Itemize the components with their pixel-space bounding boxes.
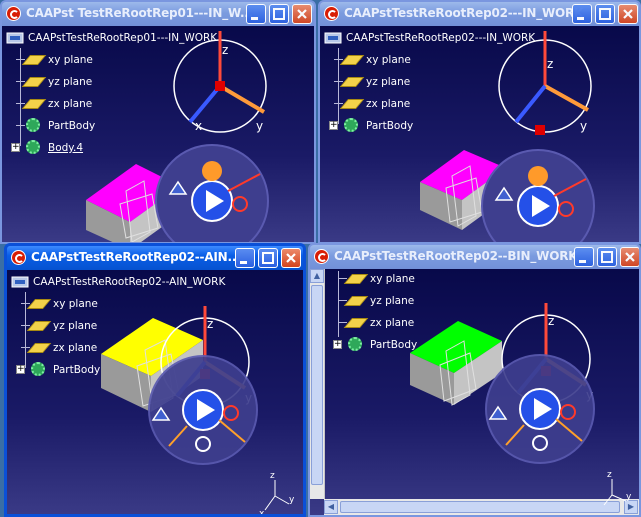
title-bar[interactable]: CAAPstTestReRootRep02--AIN... [7,246,303,270]
tree-item-partbody[interactable]: + PartBody [324,118,535,140]
minimize-button[interactable] [246,4,266,24]
svg-text:y: y [626,492,632,502]
catia-logo-icon [6,6,21,21]
3d-viewport[interactable]: ▲ ◀ ▶ z y [310,269,639,515]
close-button[interactable] [281,248,301,268]
close-button[interactable] [620,247,639,267]
tree-root-label: CAAPstTestReRootRep01---IN_WORK [28,32,218,44]
minimize-button[interactable] [572,4,592,24]
plane-icon [339,77,365,87]
svg-text:z: z [547,57,553,71]
tree-item-yz-plane[interactable]: yz plane [6,74,217,96]
svg-text:z: z [222,43,228,57]
svg-text:z: z [548,314,554,328]
catia-logo-icon [11,250,26,265]
tree-item-partbody[interactable]: + PartBody [11,362,225,384]
body-icon [26,140,40,154]
people-icon [202,161,222,181]
title-bar[interactable]: CAAPstTestReRootRep02--BIN_WORK [310,245,639,269]
title-bar[interactable]: CAAPstTestReRootRep02---IN_WORK [320,2,639,26]
tree-item-xy-plane[interactable]: xy plane [324,52,535,74]
tree-item-body4[interactable]: + Body.4 [6,140,217,162]
plane-icon [339,99,365,109]
plane-icon [21,55,47,65]
tree-root-label: CAAPstTestReRootRep02---IN_WORK [346,32,536,44]
scroll-thumb[interactable] [311,285,323,485]
window-rep01[interactable]: CAAPst TestReRootRep01---IN_W... z x y C… [0,0,316,244]
svg-text:z: z [607,470,612,480]
svg-text:x: x [259,509,265,514]
window-title: CAAPstTestReRootRep02--BIN_WORK [334,249,578,263]
svg-text:y: y [289,495,295,505]
expand-icon[interactable]: + [329,121,338,130]
maximize-button[interactable] [597,247,617,267]
tree-item-xy-plane[interactable]: xy plane [6,52,217,74]
tree-root[interactable]: CAAPstTestReRootRep02--AIN_WORK [11,274,225,296]
minimize-button[interactable] [574,247,594,267]
product-root-icon [11,276,29,288]
catia-logo-icon [314,249,329,264]
vertical-scrollbar[interactable]: ▲ [310,269,325,499]
tree-item-yz-plane[interactable]: yz plane [324,74,535,96]
window-rep02-ain[interactable]: CAAPstTestReRootRep02--AIN... z y [4,243,306,517]
partbody-icon [31,362,45,376]
product-root-icon [324,32,342,44]
tree-root[interactable]: CAAPstTestReRootRep01---IN_WORK [6,30,217,52]
svg-text:y: y [256,119,263,133]
specification-tree: CAAPstTestReRootRep02--AIN_WORK xy plane… [11,274,225,384]
close-button[interactable] [292,4,312,24]
tree-connector-line [338,48,339,124]
svg-text:y: y [580,119,587,133]
expand-icon[interactable]: + [11,143,20,152]
scroll-up-button[interactable]: ▲ [310,269,324,283]
tree-root-label: CAAPstTestReRootRep02--AIN_WORK [33,276,226,288]
plane-icon [339,55,365,65]
tree-connector-line [25,292,26,368]
partbody-icon [344,118,358,132]
specification-tree: CAAPstTestReRootRep02---IN_WORK xy plane… [324,30,535,140]
plane-icon [26,299,52,309]
product-root-icon [6,32,24,44]
3d-viewport[interactable]: z x y CAAPstTestReRootRep01---IN_WORK xy… [2,26,314,242]
svg-text:z: z [270,471,275,481]
window-title: CAAPst TestReRootRep01---IN_W... [26,6,254,20]
specification-tree: CAAPstTestReRootRep01---IN_WORK xy plane… [6,30,217,162]
window-rep02[interactable]: CAAPstTestReRootRep02---IN_WORK z y CAAP… [318,0,641,244]
title-bar[interactable]: CAAPst TestReRootRep01---IN_W... [2,2,314,26]
3d-viewport[interactable]: z y z y x CAAPstTestReRootRep02--AIN_WOR… [7,270,303,514]
plane-icon [21,99,47,109]
tree-connector-line [20,48,21,146]
partbody-icon [26,118,40,132]
tree-root[interactable]: CAAPstTestReRootRep02---IN_WORK [324,30,535,52]
maximize-button[interactable] [269,4,289,24]
window-rep02-bin[interactable]: CAAPstTestReRootRep02--BIN_WORK ▲ ◀ ▶ z [308,243,641,517]
tree-item-zx-plane[interactable]: zx plane [6,96,217,118]
expand-icon[interactable]: + [333,340,342,349]
tree-item-yz-plane[interactable]: yz plane [11,318,225,340]
expand-icon[interactable]: + [16,365,25,374]
maximize-button[interactable] [595,4,615,24]
minimize-button[interactable] [235,248,255,268]
window-title: CAAPstTestReRootRep02---IN_WORK [344,6,584,20]
maximize-button[interactable] [258,248,278,268]
tree-item-zx-plane[interactable]: zx plane [11,340,225,362]
partbody-icon [348,337,362,351]
window-title: CAAPstTestReRootRep02--AIN... [31,250,241,264]
plane-icon [26,343,52,353]
tree-item-partbody[interactable]: PartBody [6,118,217,140]
tree-item-xy-plane[interactable]: xy plane [11,296,225,318]
tree-item-zx-plane[interactable]: zx plane [324,96,535,118]
plane-icon [21,77,47,87]
plane-icon [26,321,52,331]
close-button[interactable] [618,4,638,24]
3d-viewport[interactable]: z y CAAPstTestReRootRep02---IN_WORK xy p… [320,26,639,242]
catia-logo-icon [324,6,339,21]
